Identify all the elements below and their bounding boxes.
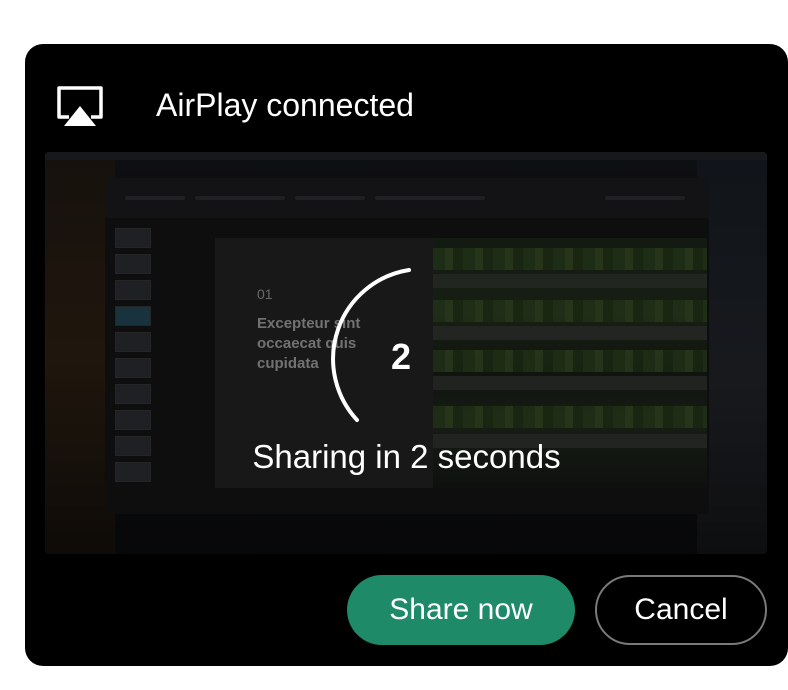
cancel-button[interactable]: Cancel xyxy=(595,575,767,645)
airplay-icon xyxy=(57,86,103,126)
airplay-dialog: AirPlay connected 01 Excepteur sint occa… xyxy=(25,44,788,666)
share-now-button[interactable]: Share now xyxy=(347,575,575,645)
dialog-title: AirPlay connected xyxy=(156,87,414,123)
countdown-spinner xyxy=(331,268,411,422)
countdown-number: 2 xyxy=(391,336,412,377)
sharing-status-text: Sharing in 2 seconds xyxy=(252,438,561,475)
dialog-header: AirPlay connected xyxy=(25,44,788,152)
